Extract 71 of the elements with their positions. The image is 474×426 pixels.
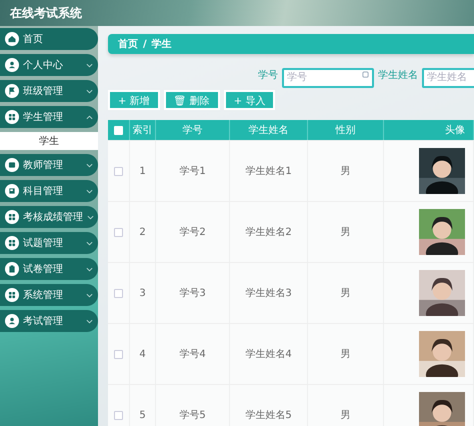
table-cell: 4 (130, 324, 156, 384)
menu-item[interactable]: 系统管理 (0, 284, 98, 306)
column-header: 索引 (130, 120, 156, 140)
table-cell: 男 (308, 141, 384, 201)
menu-item[interactable]: 考试管理 (0, 310, 98, 332)
search-field[interactable]: 学号 (282, 68, 374, 88)
search-label: 学号 (258, 69, 278, 82)
column-header: 学生姓名 (230, 120, 308, 140)
app-title: 在线考试系统 (10, 4, 82, 22)
chevron-icon (86, 318, 93, 324)
chevron-icon (86, 240, 93, 246)
menu-item[interactable]: 考核成绩管理 (0, 206, 98, 228)
column-header: 头像 (384, 120, 474, 140)
table-cell: 学号1 (156, 141, 230, 201)
chevron-icon (86, 62, 93, 68)
menu-item[interactable]: 个人中心 (0, 54, 98, 76)
breadcrumb-separator: / (143, 38, 147, 50)
chevron-icon (86, 292, 93, 298)
table-cell: 3 (130, 263, 156, 323)
menu-item[interactable]: 班级管理 (0, 80, 98, 102)
table-cell: 学号2 (156, 202, 230, 262)
menu-item[interactable]: 首页 (0, 28, 98, 50)
table-cell: 学生姓名5 (230, 385, 308, 426)
table-cell: 男 (308, 202, 384, 262)
menu-item[interactable]: 试题管理 (0, 232, 98, 254)
row-checkbox[interactable] (114, 288, 123, 298)
table-cell: 学号4 (156, 324, 230, 384)
table-cell: 1 (130, 141, 156, 201)
grid-icon (5, 110, 19, 124)
row-checkbox[interactable] (114, 350, 123, 358)
search-icon (362, 71, 369, 78)
chevron-icon (86, 162, 93, 168)
select-all-checkbox[interactable] (114, 126, 123, 134)
table-cell: 学生姓名1 (230, 141, 308, 201)
row-checkbox[interactable] (114, 410, 123, 420)
home-icon (5, 32, 19, 46)
table-cell: 学生姓名2 (230, 202, 308, 262)
chevron-icon (86, 188, 93, 194)
trash-icon (5, 262, 19, 276)
menu-item[interactable]: 科目管理 (0, 180, 98, 202)
search-label: 学生姓名 (378, 68, 418, 82)
table-cell: 学生姓名3 (230, 263, 308, 323)
submenu-item[interactable]: 学生 (0, 132, 98, 150)
grid-icon (5, 236, 19, 250)
search-field[interactable]: 学生姓名 (422, 68, 474, 88)
chevron-icon (86, 266, 93, 272)
table-cell: 男 (308, 385, 384, 426)
table-cell: 2 (130, 202, 156, 262)
row-checkbox[interactable] (114, 228, 123, 236)
menu-item[interactable]: 学生管理 (0, 106, 98, 128)
person-icon (5, 314, 19, 328)
row-checkbox[interactable] (114, 166, 123, 176)
table-cell: 男 (308, 324, 384, 384)
person-icon (5, 58, 19, 72)
chevron-icon (86, 114, 93, 120)
chevron-icon (87, 214, 94, 220)
flag-icon (5, 84, 19, 98)
grid-icon (5, 288, 19, 302)
column-header: 性别 (308, 120, 384, 140)
table-cell: 男 (308, 263, 384, 323)
table-cell: 5 (130, 385, 156, 426)
chevron-icon (86, 88, 93, 94)
table-cell: 学号3 (156, 263, 230, 323)
grid-icon (5, 210, 19, 224)
menu-item[interactable]: 教师管理 (0, 154, 98, 176)
table-cell: 学生姓名4 (230, 324, 308, 384)
menu-item[interactable]: 试卷管理 (0, 258, 98, 280)
column-header: 学号 (156, 120, 230, 140)
table-cell: 学号5 (156, 385, 230, 426)
book-icon (5, 184, 19, 198)
board-icon (5, 158, 19, 172)
